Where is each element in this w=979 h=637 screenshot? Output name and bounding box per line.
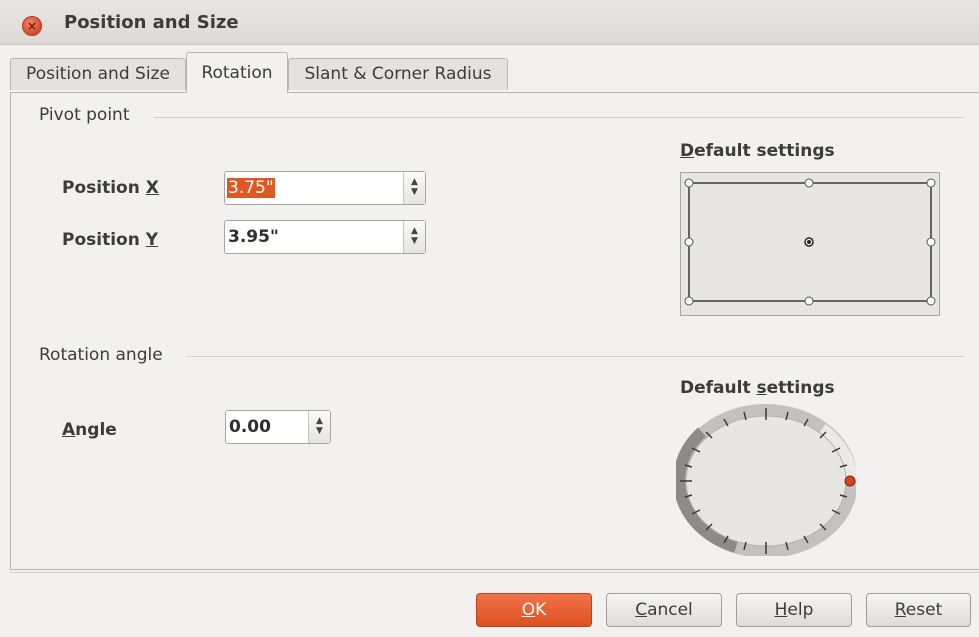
rotation-angle-heading: Rotation angle — [39, 345, 163, 365]
angle-dial-graphic — [673, 404, 858, 558]
section-divider — [186, 356, 965, 357]
close-icon[interactable]: × — [22, 16, 42, 36]
position-x-spinbox[interactable]: 3.75" ▲ ▼ — [224, 171, 426, 205]
pivot-point-heading: Pivot point — [39, 105, 130, 125]
spin-arrows-icon[interactable]: ▲ ▼ — [403, 221, 425, 253]
rotation-angle-dial[interactable] — [673, 404, 858, 558]
spin-arrows-icon[interactable]: ▲ ▼ — [308, 411, 330, 443]
angle-indicator-dot — [844, 475, 856, 487]
pivot-bottom-right — [926, 296, 936, 306]
pivot-point-selector[interactable] — [680, 172, 940, 316]
angle-default-settings-label: Default settings — [680, 378, 835, 398]
pivot-middle-left — [684, 237, 694, 247]
angle-input[interactable]: 0.00 — [228, 417, 272, 437]
pivot-top-left — [684, 178, 694, 188]
spin-arrows-icon[interactable]: ▲ ▼ — [403, 172, 425, 204]
title-bar: × Position and Size — [0, 0, 979, 45]
angle-spinbox[interactable]: 0.00 ▲ ▼ — [225, 410, 331, 444]
position-x-input[interactable]: 3.75" — [227, 178, 275, 198]
pivot-default-settings-label: Default settings — [680, 141, 835, 161]
tab-label: Position and Size — [26, 64, 170, 84]
pivot-top-right — [926, 178, 936, 188]
position-y-spinbox[interactable]: 3.95" ▲ ▼ — [224, 220, 426, 254]
section-divider — [154, 117, 965, 118]
tab-position-and-size[interactable]: Position and Size — [10, 58, 186, 90]
tab-slant-corner-radius[interactable]: Slant & Corner Radius — [288, 58, 508, 90]
position-y-label: Position Y — [62, 230, 159, 250]
pivot-bottom-left — [684, 296, 694, 306]
position-y-input[interactable]: 3.95" — [227, 227, 280, 247]
button-area-divider — [10, 572, 979, 573]
reset-button[interactable]: Reset — [866, 593, 971, 627]
ok-button[interactable]: OK — [476, 593, 592, 627]
cancel-button[interactable]: Cancel — [606, 593, 722, 627]
pivot-middle-right — [926, 237, 936, 247]
pivot-bottom-center — [804, 296, 814, 306]
help-button[interactable]: Help — [736, 593, 852, 627]
window-title: Position and Size — [64, 12, 239, 33]
pivot-top-center — [804, 178, 814, 188]
tab-label: Slant & Corner Radius — [304, 64, 492, 84]
tab-label: Rotation — [201, 63, 273, 83]
tab-rotation[interactable]: Rotation — [186, 52, 288, 93]
angle-label: Angle — [62, 420, 117, 440]
pivot-grid-graphic — [684, 178, 936, 306]
position-x-label: Position X — [62, 178, 159, 198]
